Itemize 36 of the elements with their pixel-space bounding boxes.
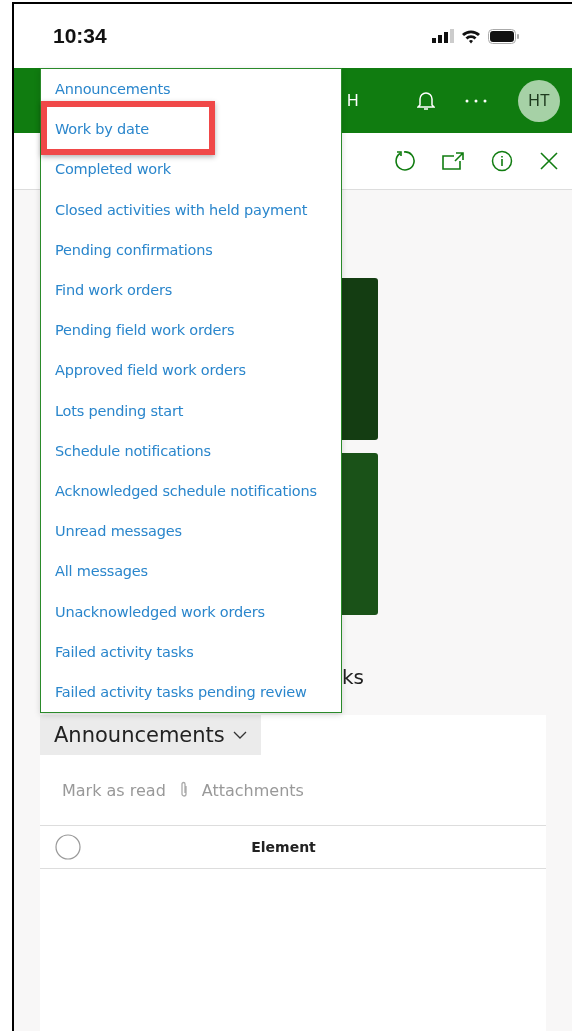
menu-item[interactable]: Pending field work orders: [55, 322, 235, 339]
menu-item[interactable]: Lots pending start: [55, 402, 184, 419]
menu-item[interactable]: Unread messages: [55, 523, 182, 540]
menu-item[interactable]: Failed activity tasks: [55, 643, 194, 660]
announcements-dropdown[interactable]: Announcements: [40, 715, 261, 755]
menu-item[interactable]: Acknowledged schedule notifications: [55, 482, 317, 499]
menu-item[interactable]: Unacknowledged work orders: [55, 603, 265, 620]
section-heading: ks: [342, 665, 365, 689]
header-text: H: [347, 91, 359, 110]
menu-item[interactable]: Pending confirmations: [55, 241, 213, 258]
menu-item[interactable]: Completed work: [55, 161, 171, 178]
more-icon[interactable]: [464, 98, 487, 103]
menu-item[interactable]: Approved field work orders: [55, 362, 246, 379]
bell-icon[interactable]: [416, 90, 435, 111]
info-icon[interactable]: [491, 150, 513, 172]
wifi-icon: [461, 28, 481, 44]
menu-item[interactable]: Find work orders: [55, 282, 173, 299]
menu-item[interactable]: Work by date: [55, 121, 150, 138]
chevron-icon: [232, 731, 247, 739]
status-time: 10:34: [53, 24, 107, 48]
popout-icon[interactable]: [442, 152, 464, 170]
menu-item[interactable]: Closed activities with held payment: [55, 201, 308, 218]
signal-icon: [432, 29, 454, 43]
refresh-icon[interactable]: [393, 150, 415, 172]
menu-item[interactable]: Announcements: [55, 81, 171, 98]
paperclip-icon: [179, 781, 188, 799]
toolbar-action[interactable]: Attachments: [201, 780, 304, 800]
column-header[interactable]: Element: [81, 839, 546, 855]
menu-item[interactable]: Failed activity tasks pending review: [55, 683, 307, 700]
user-avatar[interactable]: HT: [518, 79, 560, 122]
toolbar-action[interactable]: Mark as read: [62, 780, 166, 800]
select-all-radio[interactable]: [55, 834, 81, 860]
close-icon[interactable]: [540, 152, 558, 170]
menu-item[interactable]: Schedule notifications: [55, 442, 211, 459]
battery-icon: [488, 28, 520, 44]
menu-item[interactable]: All messages: [55, 563, 148, 580]
